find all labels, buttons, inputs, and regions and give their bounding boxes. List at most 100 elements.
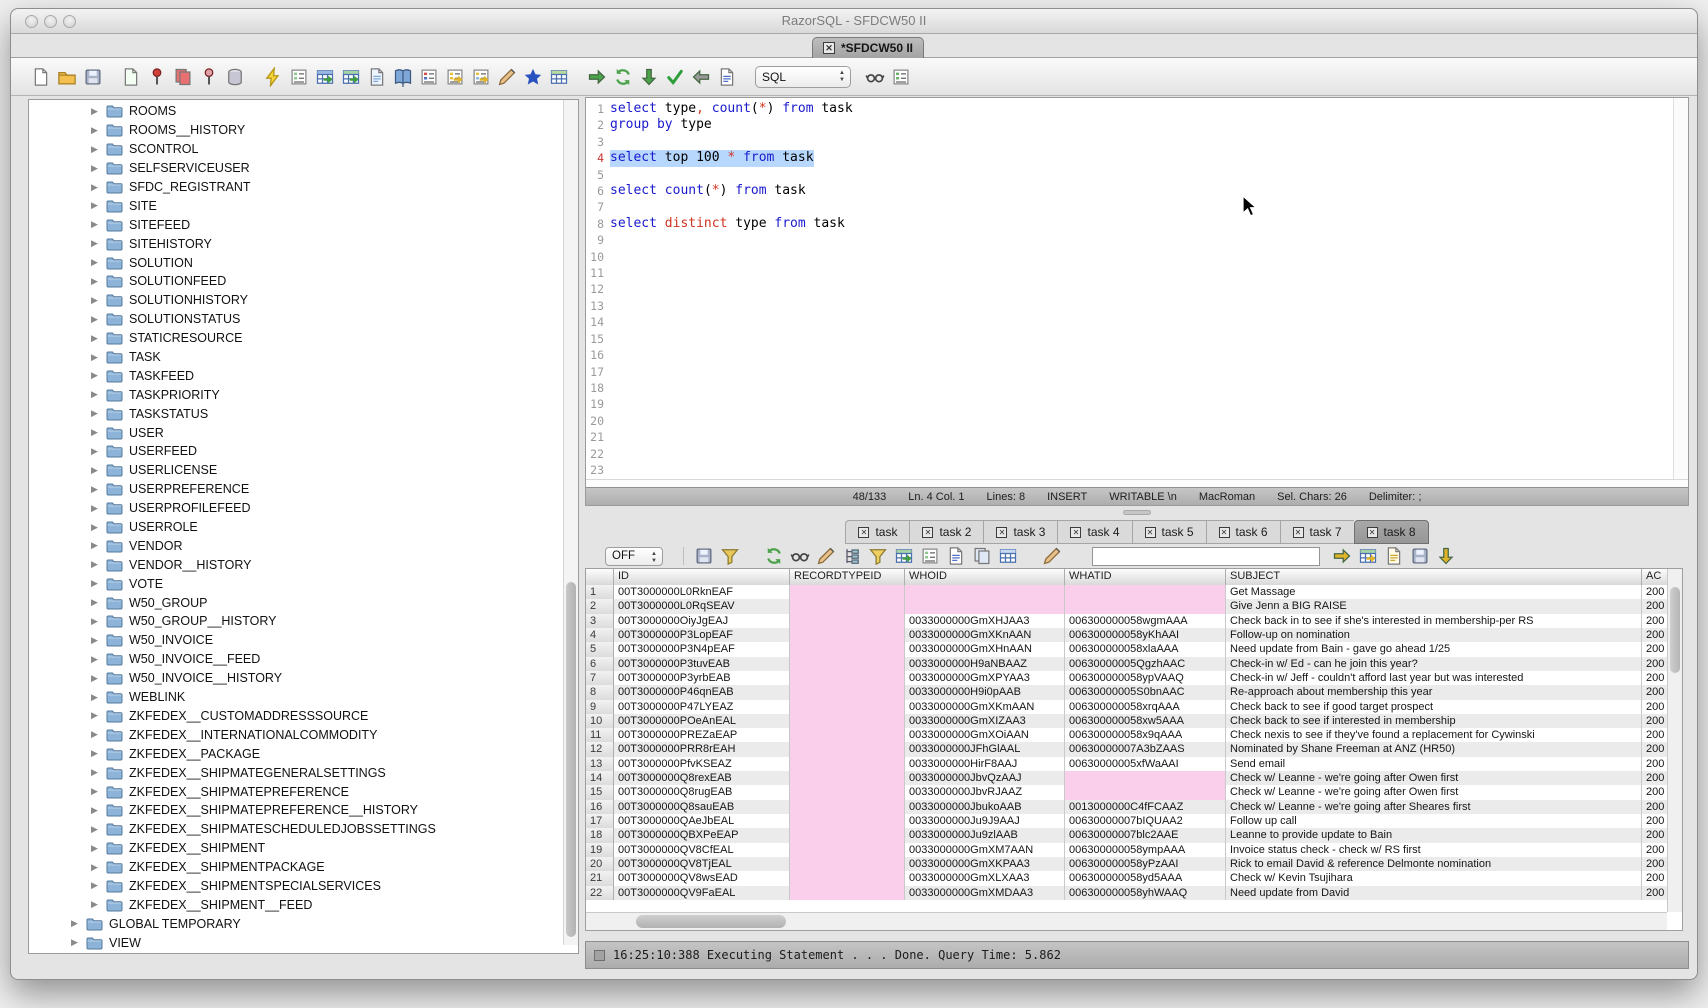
cell-subject[interactable]: Re-approach about membership this year (1226, 685, 1642, 699)
connect-icon[interactable] (121, 67, 141, 87)
save-file-icon[interactable] (83, 67, 103, 87)
cell-whoid[interactable]: 0033000000JFhGlAAL (905, 742, 1065, 756)
cell-id[interactable]: 00T3000000QV9FaEAL (614, 886, 790, 900)
disclosure-triangle-icon[interactable]: ▶ (91, 371, 100, 380)
code-line[interactable]: 14 (586, 314, 1673, 330)
table-row[interactable]: 1500T3000000Q8rugEAB0033000000JbvRJAAZCh… (586, 785, 1667, 799)
cell-subject[interactable]: Follow up call (1226, 814, 1642, 828)
disclosure-triangle-icon[interactable]: ▶ (91, 145, 100, 154)
table-row[interactable]: 1800T3000000QBXPeEAP0033000000Ju9zlAAB00… (586, 828, 1667, 842)
results-tab-task-4[interactable]: ✕task 4 (1057, 520, 1131, 544)
sort-columns-icon[interactable] (868, 546, 888, 566)
cell-whoid[interactable] (905, 599, 1065, 613)
code-line[interactable]: 12 (586, 281, 1673, 297)
disclosure-triangle-icon[interactable]: ▶ (91, 239, 100, 248)
tree-item-solutionhistory[interactable]: ▶SOLUTIONHISTORY (29, 291, 562, 310)
tree-item-vendor[interactable]: ▶VENDOR (29, 536, 562, 555)
cell-whatid[interactable]: 006300000058xw5AAA (1065, 714, 1226, 728)
cell-id[interactable]: 00T3000000PfvKSEAZ (614, 757, 790, 771)
disclosure-triangle-icon[interactable]: ▶ (91, 277, 100, 286)
code-line[interactable]: 19 (586, 396, 1673, 412)
edit-sql-icon[interactable] (497, 67, 517, 87)
code-line[interactable]: 8select distinct type from task (586, 216, 1673, 232)
results-tab-task-8[interactable]: ✕task 8 (1354, 520, 1429, 544)
close-tab-icon[interactable]: ✕ (1070, 527, 1081, 538)
cell-recordtypeid[interactable] (790, 886, 905, 900)
disclosure-triangle-icon[interactable]: ▶ (91, 617, 100, 626)
code-line[interactable]: 13 (586, 298, 1673, 314)
cell-whoid[interactable]: 0033000000GmXIZAA3 (905, 714, 1065, 728)
cell-whoid[interactable]: 0033000000GmXOiAAN (905, 728, 1065, 742)
table-row[interactable]: 1300T3000000PfvKSEAZ0033000000HirF8AAJ00… (586, 757, 1667, 771)
cell-subject[interactable]: Check-in w/ Jeff - couldn't afford last … (1226, 671, 1642, 685)
refresh-results-icon[interactable] (764, 546, 784, 566)
edit-table-icon[interactable] (367, 67, 387, 87)
splitter-handle-icon[interactable] (1123, 510, 1151, 515)
table-row[interactable]: 2100T3000000QV8wsEAD0033000000GmXLXAA300… (586, 871, 1667, 885)
code-line[interactable]: 7 (586, 199, 1673, 215)
disclosure-triangle-icon[interactable]: ▶ (91, 315, 100, 324)
execute-lightning-icon[interactable] (263, 67, 283, 87)
cell-recordtypeid[interactable] (790, 771, 905, 785)
disclosure-triangle-icon[interactable]: ▶ (91, 541, 100, 550)
code-line[interactable]: 16 (586, 347, 1673, 363)
row-limit-select[interactable]: OFF ▲▼ (605, 547, 663, 566)
messages-icon[interactable] (891, 67, 911, 87)
table-row[interactable]: 1900T3000000QV8CfEAL0033000000GmXM7AAN00… (586, 843, 1667, 857)
cell-ac[interactable]: 200 (1642, 886, 1667, 900)
tree-item-w50-group[interactable]: ▶W50_GROUP (29, 593, 562, 612)
tree-item-userrole[interactable]: ▶USERROLE (29, 518, 562, 537)
cell-id[interactable]: 00T3000000Q8rugEAB (614, 785, 790, 799)
tree-item-rooms-history[interactable]: ▶ROOMS__HISTORY (29, 121, 562, 140)
save-results-icon[interactable] (694, 546, 714, 566)
disclosure-triangle-icon[interactable]: ▶ (91, 636, 100, 645)
cell-recordtypeid[interactable] (790, 599, 905, 613)
code-line[interactable]: 17 (586, 364, 1673, 380)
table-row[interactable]: 300T3000000OiyJgEAJ0033000000GmXHJAA3006… (586, 614, 1667, 628)
grid-vertical-scrollbar[interactable] (1667, 569, 1682, 912)
editor-horizontal-scrollbar[interactable] (586, 479, 1688, 487)
code-line[interactable]: 3 (586, 134, 1673, 150)
tree-item-taskstatus[interactable]: ▶TASKSTATUS (29, 404, 562, 423)
cell-recordtypeid[interactable] (790, 700, 905, 714)
tree-item-zkfedex-shipmatepreference[interactable]: ▶ZKFEDEX__SHIPMATEPREFERENCE (29, 782, 562, 801)
table-row[interactable]: 200T3000000L0RqSEAVGive Jenn a BIG RAISE… (586, 599, 1667, 613)
cell-ac[interactable]: 200 (1642, 814, 1667, 828)
cell-recordtypeid[interactable] (790, 814, 905, 828)
tree-item-w50-invoice-feed[interactable]: ▶W50_INVOICE__FEED (29, 650, 562, 669)
disclosure-triangle-icon[interactable]: ▶ (91, 900, 100, 909)
close-tab-icon[interactable]: ✕ (823, 42, 835, 54)
disclosure-triangle-icon[interactable]: ▶ (91, 353, 100, 362)
close-tab-icon[interactable]: ✕ (1367, 527, 1378, 538)
tree-item-zkfedex-shipmatescheduledjobssettings[interactable]: ▶ZKFEDEX__SHIPMATESCHEDULEDJOBSSETTINGS (29, 820, 562, 839)
title-bar[interactable]: RazorSQL - SFDCW50 II (11, 9, 1697, 34)
table-row[interactable]: 400T3000000P3LopEAF0033000000GmXKnAAN006… (586, 628, 1667, 642)
code-line[interactable]: 10 (586, 249, 1673, 265)
cell-id[interactable]: 00T3000000PRR8rEAH (614, 742, 790, 756)
search-highlight-icon[interactable] (865, 67, 885, 87)
table-row[interactable]: 500T3000000P3N4pEAF0033000000GmXHnAAN006… (586, 642, 1667, 656)
download-icon[interactable] (1436, 546, 1456, 566)
cell-subject[interactable]: Invoice status check - check w/ RS first (1226, 843, 1642, 857)
code-line[interactable]: 1select type, count(*) from task (586, 101, 1673, 117)
column-header-whoid[interactable]: WHOID (905, 569, 1065, 585)
favorites-star-icon[interactable] (523, 67, 543, 87)
cell-id[interactable]: 00T3000000POeAnEAL (614, 714, 790, 728)
cell-subject[interactable]: Check nexis to see if they've found a re… (1226, 728, 1642, 742)
cell-recordtypeid[interactable] (790, 685, 905, 699)
table-row[interactable]: 100T3000000L0RknEAFGet Massage200 (586, 585, 1667, 599)
cell-id[interactable]: 00T3000000QV8wsEAD (614, 871, 790, 885)
cell-whatid[interactable]: 00630000005QgzhAAC (1065, 657, 1226, 671)
cell-whoid[interactable]: 0033000000GmXPYAA3 (905, 671, 1065, 685)
refresh-objects-icon[interactable] (341, 67, 361, 87)
code-line[interactable]: 20 (586, 413, 1673, 429)
cell-recordtypeid[interactable] (790, 757, 905, 771)
copy-table-icon[interactable] (998, 546, 1018, 566)
tree-item-zkfedex-shipment-feed[interactable]: ▶ZKFEDEX__SHIPMENT__FEED (29, 895, 562, 914)
cell-recordtypeid[interactable] (790, 800, 905, 814)
results-tab-task-2[interactable]: ✕task 2 (909, 520, 983, 544)
column-header-rownum[interactable] (586, 569, 614, 585)
disclosure-triangle-icon[interactable]: ▶ (91, 768, 100, 777)
disconnect-icon[interactable] (147, 67, 167, 87)
cell-whoid[interactable]: 0033000000GmXMDAA3 (905, 886, 1065, 900)
